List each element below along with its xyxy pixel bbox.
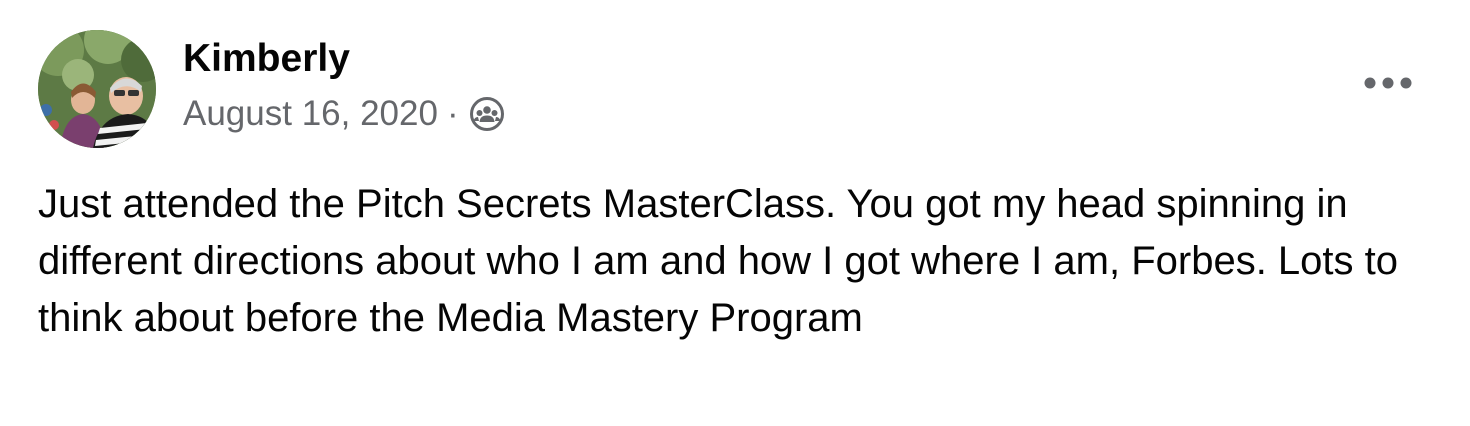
more-options-button[interactable] [1358,66,1418,100]
author-avatar[interactable] [38,30,156,148]
friends-icon[interactable] [467,94,507,134]
post-card: Kimberly August 16, 2020 · Just attended… [0,0,1470,426]
author-name[interactable]: Kimberly [183,36,350,82]
meta-separator: · [446,94,459,133]
post-timestamp[interactable]: August 16, 2020 [183,94,438,134]
more-options-icon [1364,77,1412,89]
post-body-text: Just attended the Pitch Secrets MasterCl… [38,182,1398,340]
post-meta: August 16, 2020 · [183,92,507,136]
